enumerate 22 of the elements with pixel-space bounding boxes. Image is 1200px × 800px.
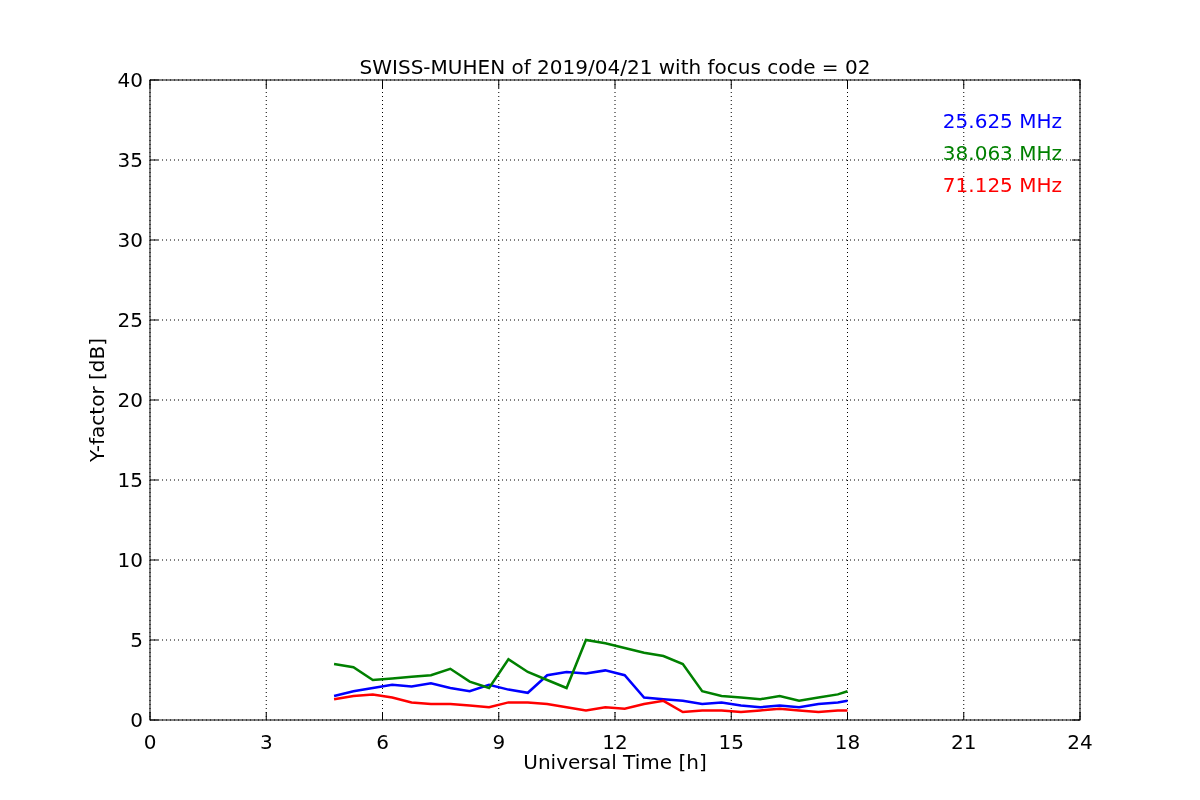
- y-tick-label: 0: [130, 708, 143, 732]
- x-tick-label: 15: [718, 730, 744, 754]
- x-tick-label: 6: [376, 730, 389, 754]
- legend-label: 71.125 MHz: [942, 173, 1062, 197]
- x-tick-label: 18: [834, 730, 861, 754]
- y-tick-label: 30: [117, 228, 143, 252]
- x-tick-label: 21: [951, 730, 977, 754]
- y-tick-label: 25: [117, 308, 143, 332]
- legend-label: 38.063 MHz: [942, 141, 1062, 165]
- y-axis-label: Y-factor [dB]: [85, 338, 109, 462]
- x-tick-label: 3: [259, 730, 273, 754]
- legend-label: 25.625 MHz: [942, 109, 1062, 133]
- y-tick-label: 5: [130, 628, 143, 652]
- y-tick-label: 35: [117, 148, 143, 172]
- y-tick-label: 10: [117, 548, 143, 572]
- y-tick-label: 20: [117, 388, 143, 412]
- chart-title: SWISS-MUHEN of 2019/04/21 with focus code = 02: [359, 55, 871, 79]
- x-tick-label: 24: [1067, 730, 1093, 754]
- x-tick-label: 9: [492, 730, 506, 754]
- y-tick-label: 15: [117, 468, 143, 492]
- x-tick-label: 0: [143, 730, 157, 754]
- y-tick-label: 40: [117, 68, 143, 92]
